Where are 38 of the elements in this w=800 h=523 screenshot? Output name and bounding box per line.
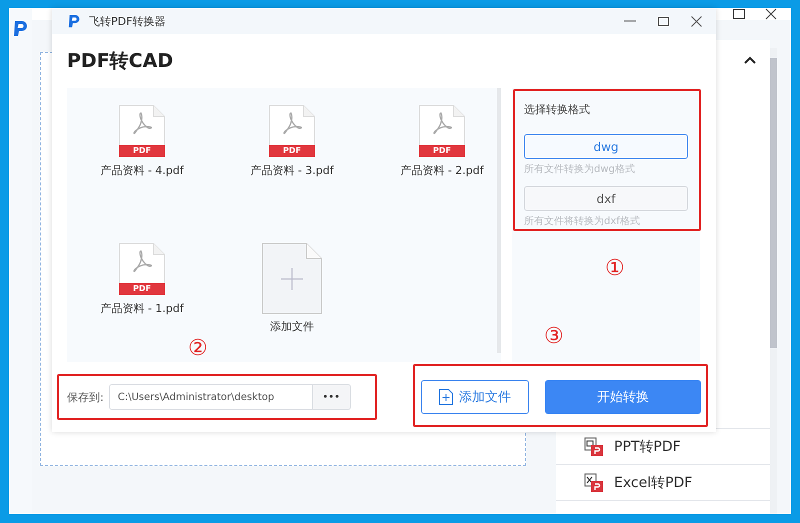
- file-name: 产品资料 - 1.pdf: [100, 301, 184, 316]
- file-name: 产品资料 - 4.pdf: [100, 163, 184, 178]
- pdf-file-icon[interactable]: PDF: [119, 105, 165, 157]
- option-description: 所有文件将转换为dxf格式: [524, 214, 641, 228]
- tool-list-item[interactable]: Excel转PDF: [556, 464, 770, 500]
- add-file-button[interactable]: 添加文件: [421, 380, 529, 414]
- scrollbar[interactable]: [770, 48, 777, 514]
- ppt-to-pdf-icon: [584, 436, 604, 456]
- logo-icon: [68, 14, 81, 28]
- pdf-file-icon[interactable]: PDF: [119, 243, 165, 295]
- maximize-icon[interactable]: [658, 16, 669, 26]
- save-path-field[interactable]: C:\Users\Administrator\desktop: [108, 384, 313, 410]
- add-file-icon: [439, 389, 453, 405]
- annotation-number: ②: [188, 336, 208, 362]
- file-name: 产品资料 - 3.pdf: [250, 163, 334, 178]
- close-icon[interactable]: [765, 8, 777, 20]
- save-to-label: 保存到:: [67, 390, 104, 404]
- file-name: 产品资料 - 2.pdf: [400, 163, 484, 178]
- add-file-tile[interactable]: [262, 243, 322, 314]
- excel-to-pdf-icon: [584, 472, 604, 492]
- option-description: 所有文件转换为dwg格式: [524, 162, 636, 176]
- browse-button[interactable]: •••: [312, 384, 351, 410]
- maximize-icon[interactable]: [733, 9, 745, 19]
- chevron-up-icon[interactable]: [744, 56, 756, 64]
- annotation-number: ①: [605, 256, 625, 282]
- window-title: 飞转PDF转换器: [89, 14, 166, 28]
- minimize-icon[interactable]: [624, 20, 636, 22]
- pdf-file-icon[interactable]: PDF: [269, 105, 315, 157]
- start-convert-button[interactable]: 开始转换: [545, 380, 701, 414]
- page-heading: PDF转CAD: [67, 49, 174, 74]
- logo-icon: [12, 20, 28, 38]
- close-icon[interactable]: [691, 16, 702, 26]
- format-option[interactable]: dwg: [524, 134, 688, 159]
- pdf-file-icon[interactable]: PDF: [419, 105, 465, 157]
- annotation-number: ③: [544, 324, 564, 350]
- add-file-label: 添加文件: [270, 319, 314, 334]
- format-option[interactable]: dxf: [524, 186, 688, 211]
- panel-title: 选择转换格式: [524, 102, 591, 117]
